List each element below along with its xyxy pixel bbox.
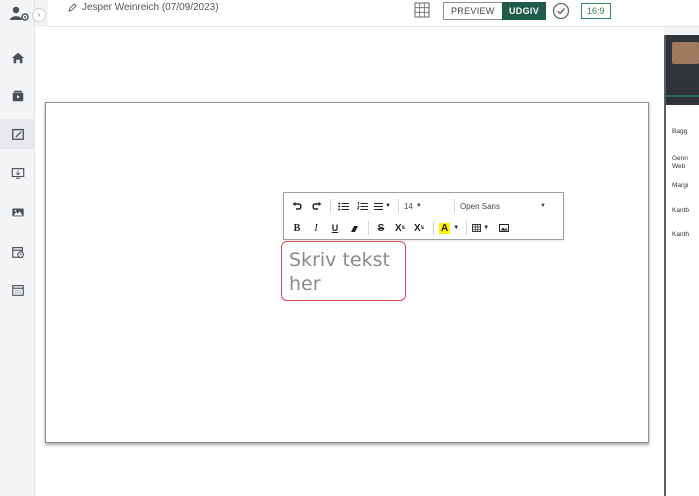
edit-icon: [11, 128, 24, 140]
numbered-list-icon: [356, 201, 368, 210]
chevron-down-icon: ▼: [540, 203, 546, 209]
text-box-line-2: her: [289, 273, 321, 295]
italic-button[interactable]: I: [309, 220, 323, 236]
table-icon: [472, 224, 482, 232]
sidebar-item-screen[interactable]: [0, 158, 35, 188]
undo-button[interactable]: [290, 198, 304, 214]
user-settings-icon[interactable]: [10, 6, 30, 22]
redo-button[interactable]: [309, 198, 323, 214]
sidebar-item-home[interactable]: [0, 43, 35, 73]
underline-button[interactable]: U: [328, 220, 342, 236]
text-toolbar: ▼ 14 ▼ Open Sans ▼ B I U S Xs Xs A ▼ ▼: [283, 192, 564, 240]
screen-icon: [11, 168, 24, 179]
eraser-icon: [350, 225, 358, 232]
bullet-list-button[interactable]: [336, 198, 350, 214]
toolbar-divider: [368, 221, 369, 235]
property-label: Genn: [672, 155, 688, 162]
align-icon: [374, 202, 383, 210]
chevron-down-icon: ▼: [385, 203, 391, 209]
images-icon: [11, 208, 24, 217]
chevron-down-icon: ▼: [483, 225, 490, 231]
active-tab-indicator: [666, 95, 699, 97]
toolbar-divider: [397, 199, 399, 213]
numbered-list-button[interactable]: [355, 198, 369, 214]
aspect-ratio-button[interactable]: 16:9: [581, 3, 611, 19]
bullet-list-icon: [337, 202, 349, 210]
property-label: Kantb: [672, 207, 689, 214]
sidebar-item-images[interactable]: [0, 197, 35, 227]
text-box[interactable]: Skriv tekst her: [281, 241, 406, 301]
property-label: Web: [672, 163, 686, 170]
author-info: Jesper Weinreich (07/09/2023): [68, 2, 219, 13]
font-size-value: 14: [403, 201, 413, 211]
sidebar-item-schedule[interactable]: [0, 237, 35, 267]
superscript-button[interactable]: Xs: [393, 220, 407, 236]
property-label: Margi: [672, 182, 689, 189]
author-label: Jesper Weinreich (07/09/2023): [82, 2, 219, 13]
text-box-line-1: Skriv tekst: [289, 249, 390, 271]
slide-thumbnail[interactable]: [672, 42, 699, 64]
toolbar-divider: [466, 221, 468, 235]
toolbar-divider: [330, 199, 331, 213]
pencil-icon: [68, 3, 77, 12]
highlight-icon: A: [439, 222, 451, 234]
grid-icon[interactable]: [414, 2, 430, 18]
highlight-button[interactable]: A ▼: [439, 220, 459, 236]
align-dropdown[interactable]: ▼: [374, 198, 391, 214]
calendar-icon: [11, 285, 24, 296]
home-icon: [11, 52, 24, 64]
sidebar-item-calendar[interactable]: [0, 275, 35, 305]
schedule-icon: [11, 247, 24, 258]
toolbar-divider: [433, 221, 434, 235]
chevron-down-icon: ▼: [453, 225, 460, 231]
clear-format-button[interactable]: [347, 220, 361, 236]
rail-top: ›: [0, 0, 48, 28]
property-label: Bagg: [672, 128, 688, 135]
insert-image-button[interactable]: [497, 220, 511, 236]
font-family-value: Open Sans: [459, 201, 500, 211]
properties-panel: GEN Bagg Genn Web Margi Kantb Kanth: [664, 35, 699, 496]
check-circle-icon[interactable]: [552, 2, 570, 20]
strikethrough-button[interactable]: S: [374, 220, 388, 236]
publish-button[interactable]: UDGIV: [502, 2, 547, 20]
toolbar-divider: [453, 199, 455, 213]
bold-button[interactable]: B: [290, 220, 304, 236]
image-icon: [499, 224, 510, 232]
sidebar-item-edit[interactable]: [0, 119, 35, 149]
toolbar-row-1: ▼ 14 ▼ Open Sans ▼: [290, 196, 550, 216]
chevron-down-icon: ▼: [415, 203, 422, 209]
left-rail: [0, 0, 35, 496]
toolbar-row-2: B I U S Xs Xs A ▼ ▼: [290, 218, 516, 238]
expand-sidebar-button[interactable]: ›: [32, 8, 46, 22]
media-icon: [12, 90, 23, 102]
top-header: Jesper Weinreich (07/09/2023) PREVIEW UD…: [48, 0, 699, 27]
redo-icon: [311, 201, 321, 210]
font-family-select[interactable]: Open Sans ▼: [460, 198, 550, 214]
property-label: Kanth: [672, 231, 689, 238]
sidebar-item-media[interactable]: [0, 81, 35, 111]
font-size-select[interactable]: 14 ▼: [404, 198, 452, 214]
undo-icon: [292, 201, 302, 210]
subscript-button[interactable]: Xs: [412, 220, 426, 236]
tab-general[interactable]: GEN: [678, 82, 691, 88]
preview-button[interactable]: PREVIEW: [443, 2, 503, 20]
table-dropdown[interactable]: ▼: [472, 220, 489, 236]
